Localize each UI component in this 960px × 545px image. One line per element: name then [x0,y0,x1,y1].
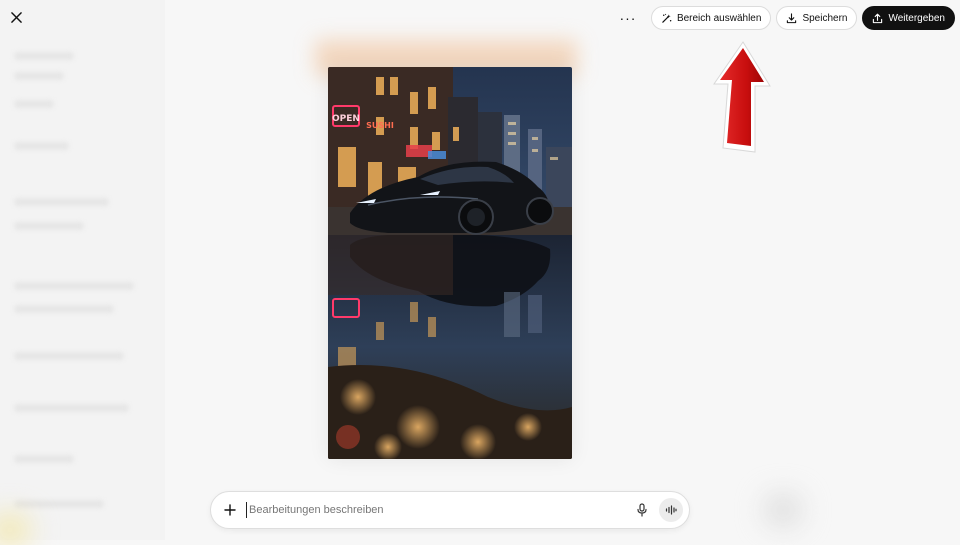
background-sidebar [0,0,165,540]
share-upload-icon [873,13,883,23]
background-blur [765,495,801,525]
annotation-arrow [713,41,771,153]
waveform-icon [665,505,677,515]
car-night-scene-image: OPEN SUSHI [328,67,572,459]
neon-sign-sushi: SUSHI [366,121,394,130]
more-icon: ··· [619,10,637,26]
share-button[interactable]: Weitergeben [862,6,955,30]
plus-icon [224,504,236,516]
top-toolbar: ··· Bereich auswählen Speichern Weiterge… [614,6,955,30]
voice-mode-button[interactable] [659,498,683,522]
edit-description-input[interactable] [246,502,629,518]
microphone-button[interactable] [629,497,655,523]
edit-prompt-composer [210,491,690,529]
save-button[interactable]: Speichern [776,6,858,30]
download-icon [787,12,797,23]
microphone-icon [637,503,647,517]
add-attachment-button[interactable] [214,494,246,526]
more-options-button[interactable]: ··· [614,6,642,30]
neon-sign-open: OPEN [332,114,360,124]
select-area-label: Bereich auswählen [676,12,762,24]
select-area-button[interactable]: Bereich auswählen [650,6,772,30]
magic-select-icon [662,13,672,23]
generated-image[interactable]: OPEN SUSHI [328,67,572,459]
save-label: Speichern [802,12,848,24]
close-icon [10,11,22,23]
close-button[interactable] [6,7,26,27]
share-label: Weitergeben [888,12,945,24]
